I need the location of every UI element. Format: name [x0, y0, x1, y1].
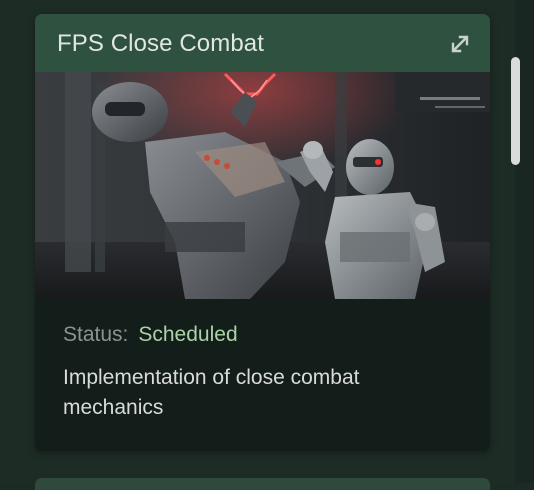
card-title: FPS Close Combat [57, 30, 265, 57]
task-card[interactable]: FPS Close Combat Status: Scheduled Imple… [35, 14, 490, 451]
card-image [35, 72, 490, 299]
card-description: Implementation of close combat mechanics [63, 366, 360, 419]
card-header: FPS Close Combat [35, 14, 490, 72]
status-row: Status: Scheduled [63, 323, 238, 347]
scrollbar-thumb[interactable] [511, 57, 520, 165]
status-label: Status: [63, 323, 129, 346]
status-badge: Scheduled [138, 323, 238, 346]
card-body: Status: Scheduled Implementation of close… [35, 299, 490, 451]
next-task-card[interactable] [35, 478, 490, 490]
expand-icon[interactable] [450, 34, 470, 54]
